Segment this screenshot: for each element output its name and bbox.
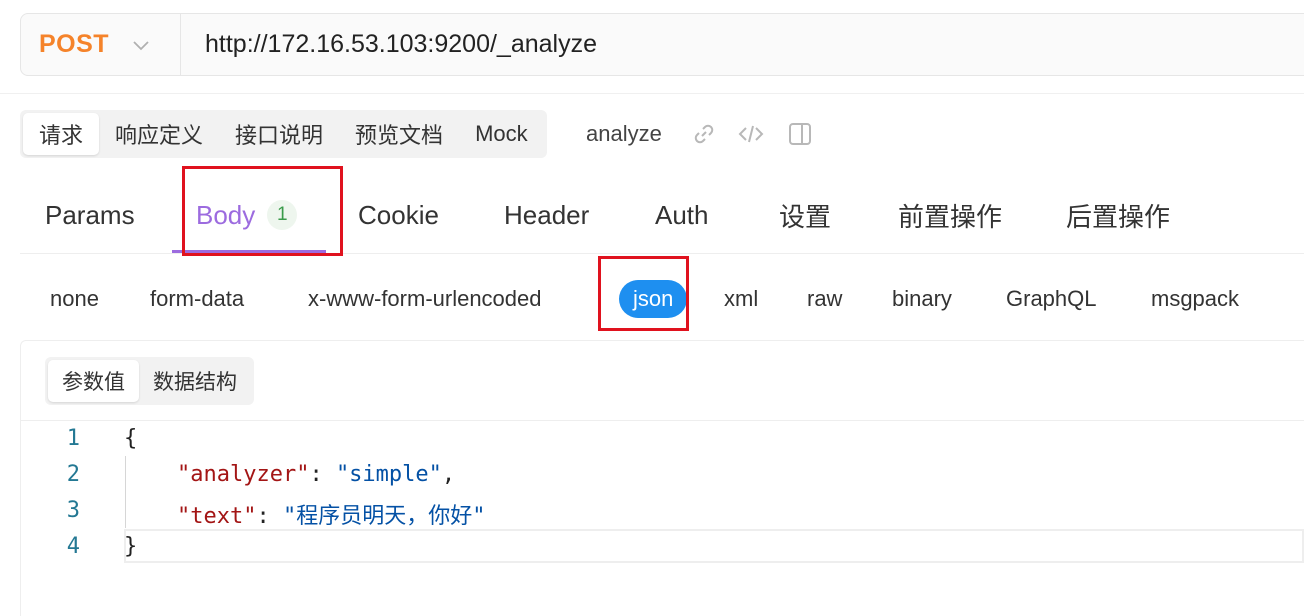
body-type-none[interactable]: none — [50, 280, 99, 318]
json-colon: : — [256, 504, 283, 529]
highlight-box-body — [182, 166, 343, 256]
tab-preview-docs[interactable]: 预览文档 — [339, 113, 459, 155]
method-label: POST — [39, 30, 110, 58]
body-type-binary[interactable]: binary — [892, 280, 952, 318]
body-type-graphql[interactable]: GraphQL — [1006, 280, 1097, 318]
api-name[interactable]: analyze — [586, 121, 662, 147]
tab-api-description[interactable]: 接口说明 — [219, 113, 339, 155]
line-number: 3 — [66, 498, 80, 523]
code-line[interactable]: } — [124, 534, 137, 559]
json-colon: : — [309, 462, 336, 487]
code-line[interactable]: "text": "程序员明天，你好" — [124, 498, 485, 530]
json-comma: , — [441, 462, 456, 487]
divider — [21, 420, 1304, 421]
tab-params[interactable]: Params — [45, 176, 135, 254]
json-value: "simple" — [335, 462, 442, 487]
json-key: "analyzer" — [176, 462, 310, 487]
editor-tabs: 参数值 数据结构 — [45, 357, 254, 405]
code-line[interactable]: "analyzer": "simple", — [124, 462, 455, 487]
body-type-urlencoded[interactable]: x-www-form-urlencoded — [308, 280, 542, 318]
highlight-box-json — [598, 256, 689, 331]
request-tabs: 请求 响应定义 接口说明 预览文档 Mock — [20, 110, 547, 158]
link-icon[interactable] — [691, 121, 717, 147]
body-type-msgpack[interactable]: msgpack — [1151, 280, 1239, 318]
body-type-xml[interactable]: xml — [724, 280, 758, 318]
tab-response-definition[interactable]: 响应定义 — [99, 113, 219, 155]
sidebar-panel-icon[interactable] — [787, 121, 813, 147]
code-brace: { — [124, 426, 138, 451]
chevron-down-icon — [133, 40, 149, 50]
url-bar: POST http://172.16.53.103:9200/_analyze — [20, 13, 1304, 76]
body-type-form-data[interactable]: form-data — [150, 280, 244, 318]
tab-pre-operations[interactable]: 前置操作 — [898, 176, 1002, 254]
tab-request[interactable]: 请求 — [23, 113, 100, 155]
tab-settings[interactable]: 设置 — [779, 176, 831, 254]
code-line[interactable]: { — [124, 426, 137, 451]
code-icon[interactable] — [738, 121, 764, 147]
current-line-highlight — [124, 529, 1304, 563]
tab-mock[interactable]: Mock — [459, 113, 544, 155]
url-input[interactable]: http://172.16.53.103:9200/_analyze — [181, 30, 597, 59]
tab-param-values[interactable]: 参数值 — [48, 360, 139, 402]
line-number: 2 — [66, 462, 80, 487]
tab-post-operations[interactable]: 后置操作 — [1066, 176, 1170, 254]
tab-cookie[interactable]: Cookie — [358, 176, 439, 254]
json-key: "text" — [176, 504, 257, 529]
code-brace: } — [124, 534, 138, 559]
body-type-raw[interactable]: raw — [807, 280, 842, 318]
line-number: 1 — [66, 426, 80, 451]
json-value: "程序员明天，你好" — [282, 504, 486, 529]
method-select[interactable]: POST — [21, 14, 181, 75]
divider — [0, 93, 1304, 94]
line-number: 4 — [66, 534, 80, 559]
tab-header[interactable]: Header — [504, 176, 589, 254]
tab-data-structure[interactable]: 数据结构 — [139, 360, 251, 402]
tab-auth[interactable]: Auth — [655, 176, 709, 254]
